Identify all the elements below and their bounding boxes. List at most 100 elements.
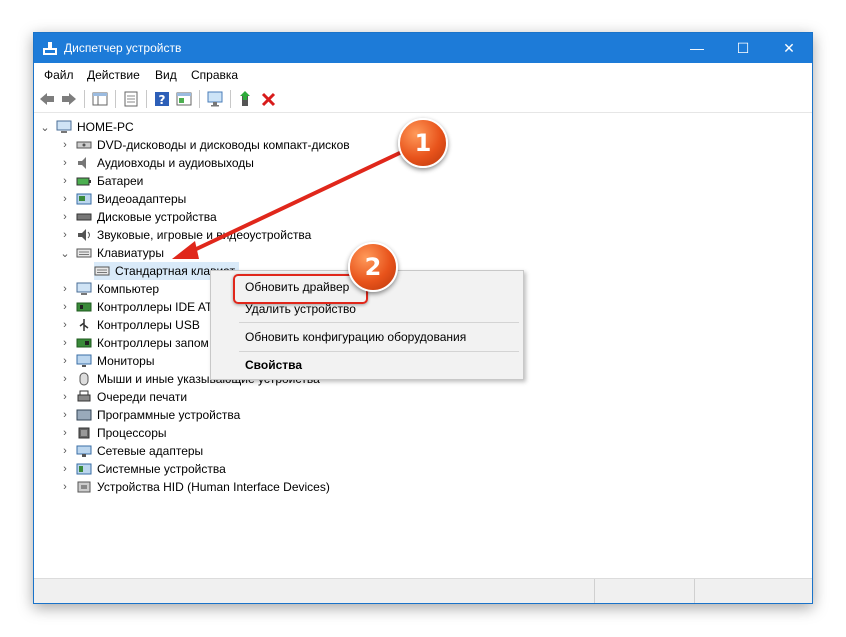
toolbar-separator [115, 90, 116, 108]
monitor-icon [76, 354, 92, 367]
tree-item[interactable]: Процессоры [76, 424, 167, 442]
expand-chevron-icon[interactable]: › [60, 388, 70, 406]
expand-chevron-icon[interactable]: › [60, 406, 70, 424]
printer-icon [77, 390, 91, 402]
close-button[interactable]: ✕ [766, 33, 812, 63]
tree-item[interactable]: Батареи [76, 172, 143, 190]
expand-chevron-icon[interactable]: › [60, 442, 70, 460]
menu-item-uninstall-device[interactable]: Удалить устройство [245, 302, 356, 316]
uninstall-device-icon[interactable] [260, 90, 278, 108]
step-badge-2: 2 [348, 242, 398, 292]
status-divider [694, 579, 695, 603]
expand-chevron-icon[interactable]: › [60, 334, 70, 352]
processor-icon [78, 427, 90, 439]
tree-item[interactable]: Мониторы [76, 352, 154, 370]
scan-hardware-icon[interactable] [206, 90, 224, 108]
menu-bar: Файл Действие Вид Справка [34, 63, 812, 85]
tree-item[interactable]: Сетевые адаптеры [76, 442, 203, 460]
expand-chevron-icon[interactable]: › [60, 298, 70, 316]
tree-item-label: Очереди печати [97, 390, 188, 404]
tree-item[interactable]: Устройства HID (Human Interface Devices) [76, 478, 330, 496]
tree-item[interactable]: Видеоадаптеры [76, 190, 186, 208]
action-view-icon[interactable] [175, 90, 193, 108]
tree-item[interactable]: Системные устройства [76, 460, 226, 478]
tree-item[interactable]: Компьютер [76, 280, 159, 298]
menu-action[interactable]: Действие [87, 68, 140, 82]
keyboard-icon [76, 248, 92, 258]
expand-chevron-icon[interactable]: › [60, 280, 70, 298]
tree-item-label: Дисковые устройства [97, 210, 217, 224]
menu-separator [239, 322, 519, 323]
toolbar-separator [199, 90, 200, 108]
tree-item[interactable]: Очереди печати [76, 388, 187, 406]
tree-item[interactable]: Контроллеры запом [76, 334, 209, 352]
expand-chevron-icon[interactable]: › [60, 190, 70, 208]
menu-item-scan-hardware[interactable]: Обновить конфигурацию оборудования [245, 330, 466, 344]
forward-arrow-icon[interactable] [60, 90, 78, 108]
mouse-icon [79, 372, 89, 386]
help-icon[interactable]: ? [153, 90, 171, 108]
toolbar: ? [34, 85, 812, 113]
back-arrow-icon[interactable] [38, 90, 56, 108]
menu-item-properties[interactable]: Свойства [245, 358, 302, 372]
expand-chevron-icon[interactable]: › [60, 352, 70, 370]
tree-item-label: Компьютер [97, 282, 160, 296]
show-hide-tree-icon[interactable] [91, 90, 109, 108]
expand-chevron-icon[interactable]: › [60, 316, 70, 334]
sound-device-icon [78, 229, 90, 241]
expand-chevron-icon[interactable]: › [60, 136, 70, 154]
menu-help[interactable]: Справка [191, 68, 238, 82]
properties-icon[interactable] [122, 90, 140, 108]
disk-drive-icon [76, 213, 92, 221]
expand-chevron-icon[interactable]: › [60, 424, 70, 442]
expand-chevron-icon[interactable]: › [60, 208, 70, 226]
step-badge-1: 1 [398, 118, 448, 168]
tree-item[interactable]: Дисковые устройства [76, 208, 217, 226]
expand-chevron-icon[interactable]: › [60, 154, 70, 172]
expand-chevron-icon[interactable]: › [60, 172, 70, 190]
collapse-chevron-icon[interactable]: ⌄ [60, 244, 70, 262]
ide-controller-icon [76, 302, 92, 312]
usb-controller-icon [79, 319, 89, 331]
expand-chevron-icon[interactable]: › [60, 226, 70, 244]
tree-item[interactable]: Контроллеры IDE ATA [76, 298, 219, 316]
toolbar-separator [230, 90, 231, 108]
menu-view[interactable]: Вид [155, 68, 177, 82]
menu-file[interactable]: Файл [44, 68, 74, 82]
title-bar[interactable]: Диспетчер устройств — ☐ ✕ [34, 33, 812, 63]
tree-item-label: Видеоадаптеры [97, 192, 187, 206]
maximize-button[interactable]: ☐ [720, 33, 766, 63]
expand-chevron-icon[interactable]: › [60, 370, 70, 388]
tree-item-label: Контроллеры запом [97, 336, 209, 350]
update-driver-icon[interactable] [237, 90, 255, 108]
menu-separator [239, 351, 519, 352]
tree-item-label: Сетевые адаптеры [97, 444, 204, 458]
window-title: Диспетчер устройств [64, 41, 182, 55]
tree-item-label: Батареи [97, 174, 144, 188]
system-device-icon [76, 463, 92, 475]
tree-item[interactable]: Звуковые, игровые и видеоустройства [76, 226, 311, 244]
tree-item-label: Звуковые, игровые и видеоустройства [97, 228, 312, 242]
collapse-chevron-icon[interactable]: ⌄ [40, 118, 50, 136]
tree-item-label: Клавиатуры [97, 246, 164, 260]
network-adapter-icon [76, 445, 92, 457]
tree-item-label: Контроллеры USB [97, 318, 200, 332]
tree-item-label: Мониторы [97, 354, 155, 368]
keyboard-icon [94, 266, 110, 276]
tree-item[interactable]: Клавиатуры [76, 244, 164, 262]
computer-root-icon [56, 120, 72, 133]
tree-item[interactable]: DVD-дисководы и дисководы компакт-дисков [76, 136, 350, 154]
tree-item[interactable]: Программные устройства [76, 406, 240, 424]
expand-chevron-icon[interactable]: › [60, 460, 70, 478]
hid-device-icon [77, 481, 91, 493]
software-device-icon [76, 409, 92, 421]
tree-item[interactable]: Контроллеры USB [76, 316, 200, 334]
toolbar-separator [84, 90, 85, 108]
svg-text:?: ? [159, 93, 166, 107]
tree-item[interactable]: Аудиовходы и аудиовыходы [76, 154, 254, 172]
minimize-button[interactable]: — [674, 33, 720, 63]
tree-root[interactable]: HOME-PC [56, 118, 134, 136]
dvd-drive-icon [76, 141, 92, 149]
expand-chevron-icon[interactable]: › [60, 478, 70, 496]
device-manager-app-icon [43, 42, 57, 55]
